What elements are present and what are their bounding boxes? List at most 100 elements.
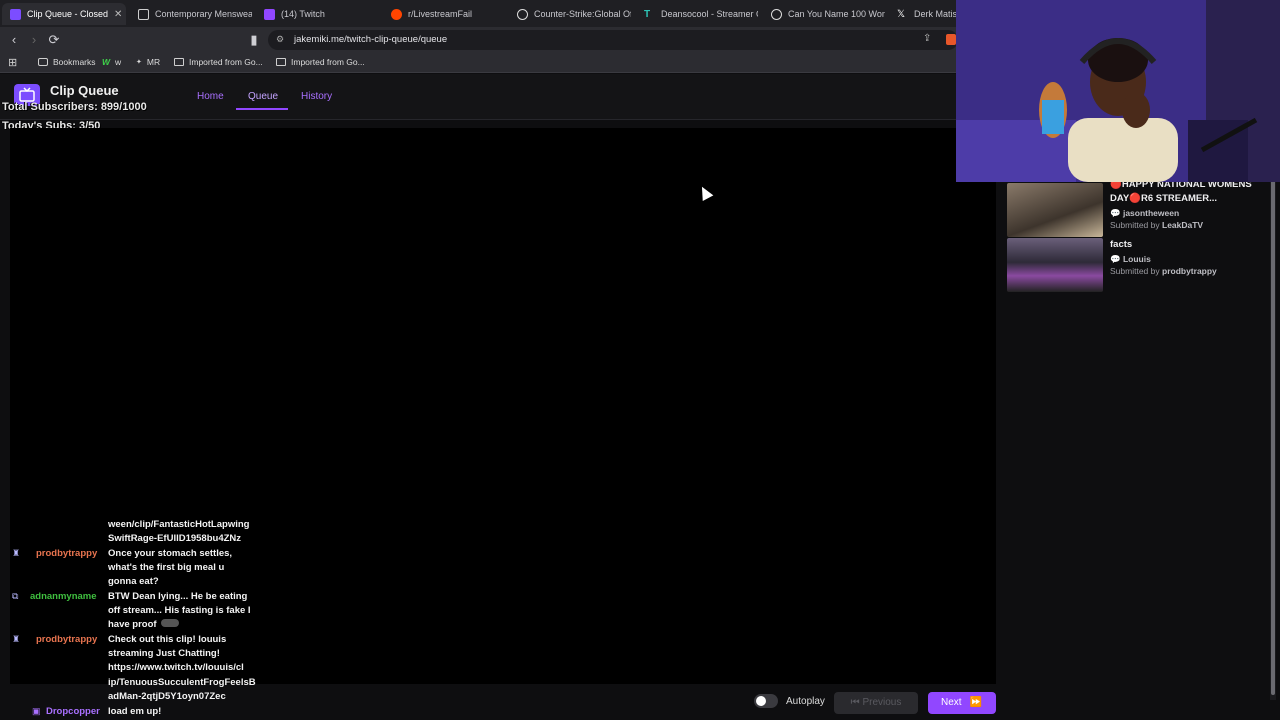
bookmarks-icon <box>38 58 48 66</box>
site-info-icon[interactable]: ⚙ <box>276 34 284 45</box>
tab-label: Derk Matiso <box>914 9 959 19</box>
queue-item-title[interactable]: facts <box>1110 238 1260 252</box>
tab-can-you-name[interactable]: Can You Name 100 Wome <box>763 3 885 25</box>
tab-deansocool[interactable]: T Deansocool - Streamer O <box>636 3 758 25</box>
queue-item-submitter: Submitted by LeakDaTV <box>1110 220 1203 230</box>
tab-label: Clip Queue - Closed <box>27 9 109 19</box>
chat-bubble-icon: 💬 <box>1110 208 1123 218</box>
submitter-name: LeakDaTV <box>1162 220 1204 230</box>
bookmark-label: w <box>115 57 122 67</box>
tab-clip-queue[interactable]: Clip Queue - Closed ✕ <box>2 3 126 25</box>
share-icon[interactable]: ⇪ <box>923 33 931 44</box>
queue-item-channel: 💬 jasontheween <box>1110 208 1179 219</box>
folder-icon <box>174 58 184 66</box>
player-controls: Autoplay ⏮ Previous Next ⏩ <box>740 692 998 720</box>
active-nav-indicator <box>236 108 288 110</box>
autoplay-toggle[interactable] <box>754 694 778 708</box>
globe-favicon-icon <box>771 8 782 20</box>
chat-message: BTW Dean lying... He be eating off strea… <box>108 591 251 631</box>
next-label: Next <box>941 697 962 708</box>
total-subscribers-counter: Total Subscribers: 899/1000 <box>2 101 147 113</box>
reload-icon[interactable]: ⟳ <box>46 32 62 48</box>
submitter-name: prodbytrappy <box>1162 266 1217 276</box>
toggle-knob <box>756 696 766 706</box>
queue-item-thumbnail[interactable] <box>1007 183 1103 237</box>
tab-label: Can You Name 100 Wome <box>788 9 885 19</box>
address-bar[interactable]: ⚙ jakemiki.me/twitch-clip-queue/queue ⇪ <box>268 30 958 50</box>
apps-grid-icon[interactable]: ⊞ <box>8 56 17 69</box>
bookmark-icon[interactable]: ▮ <box>246 32 262 48</box>
folder-icon <box>276 58 286 66</box>
bookmark-label: MR <box>146 57 161 67</box>
bookmark-folder-2[interactable]: Imported from Go... <box>276 57 365 67</box>
tab-contemporary-menswear[interactable]: Contemporary Menswear <box>130 3 252 25</box>
brave-shield-icon[interactable] <box>946 34 956 45</box>
mr-favicon-icon: ✦ <box>136 59 142 66</box>
queue-item-submitter: Submitted by prodbytrappy <box>1110 266 1217 276</box>
queue-item-title[interactable]: 🔴HAPPY NATIONAL WOMENS DAY🔴R6 STREAMER..… <box>1110 178 1260 206</box>
submitted-prefix: Submitted by <box>1110 266 1160 276</box>
previous-icon: ⏮ <box>850 697 863 708</box>
tab-twitch[interactable]: (14) Twitch <box>256 3 378 25</box>
chat-username: adnanmyname <box>30 591 97 602</box>
bookmark-w[interactable]: W w <box>102 57 121 67</box>
chat-message: load em up! <box>108 706 162 717</box>
steam-favicon-icon <box>517 8 528 20</box>
bookmark-label: Bookmarks <box>53 57 96 67</box>
url-text: jakemiki.me/twitch-clip-queue/queue <box>294 34 448 45</box>
x-favicon-icon: 𝕏 <box>897 8 906 20</box>
bookmark-bookmarks[interactable]: Bookmarks <box>38 57 96 67</box>
tab-livestreamfail[interactable]: r/LivestreamFail <box>383 3 505 25</box>
submitted-prefix: Submitted by <box>1110 220 1160 230</box>
close-tab-icon[interactable]: ✕ <box>114 9 122 20</box>
chat-badge-icon: ▣ <box>32 706 41 716</box>
emote-icon <box>161 619 179 627</box>
chat-bubble-icon: 💬 <box>1110 254 1123 264</box>
channel-name: jasontheween <box>1122 208 1180 218</box>
chat-message: Check out this clip! louuis streaming Ju… <box>108 634 256 702</box>
next-button[interactable]: Next ⏩ <box>928 692 996 714</box>
nav-home[interactable]: Home <box>197 91 224 102</box>
fast-forward-icon: ⏩ <box>969 697 983 708</box>
clip-queue-favicon-icon <box>10 8 21 20</box>
tab-derk-matiso[interactable]: 𝕏 Derk Matiso <box>889 3 959 25</box>
queue-item-thumbnail[interactable] <box>1007 238 1103 292</box>
app-title: Clip Queue <box>50 83 119 98</box>
chat-badge-icon: ♜ <box>12 548 21 558</box>
bookmark-label: Imported from Go... <box>189 57 263 67</box>
reddit-favicon-icon <box>391 8 402 20</box>
bookmark-mr[interactable]: ✦ MR <box>136 57 160 67</box>
w-logo-icon: W <box>102 57 111 67</box>
nav-history[interactable]: History <box>301 91 332 102</box>
tab-label: Contemporary Menswear <box>155 9 252 19</box>
forward-icon[interactable]: › <box>26 32 42 48</box>
webcam-feed-image <box>956 0 1280 182</box>
previous-button[interactable]: ⏮ Previous <box>834 692 918 714</box>
autoplay-label: Autoplay <box>786 696 825 707</box>
tab-label: r/LivestreamFail <box>408 9 473 19</box>
chat-username: prodbytrappy <box>36 548 98 559</box>
scrollbar-thumb[interactable] <box>1271 125 1275 695</box>
tab-counter-strike[interactable]: Counter-Strike:Global Off <box>509 3 631 25</box>
previous-label: Previous <box>862 697 902 708</box>
chat-username: prodbytrappy <box>36 634 98 645</box>
chat-badge-icon: ♜ <box>12 634 21 644</box>
tab-label: Counter-Strike:Global Off <box>534 9 631 19</box>
channel-name: Louuis <box>1122 254 1151 264</box>
chat-badge-icon: ⧉ <box>12 591 19 601</box>
chat-message-fragment: ween/clip/FantasticHotLapwing SwiftRage-… <box>108 519 250 545</box>
queue-list: 🔴HAPPY NATIONAL WOMENS DAY🔴R6 STREAMER..… <box>1000 120 1270 720</box>
bookmark-label: Imported from Go... <box>291 57 365 67</box>
page-favicon-icon <box>138 8 149 20</box>
back-icon[interactable]: ‹ <box>6 32 22 48</box>
tab-label: Deansocool - Streamer O <box>661 9 758 19</box>
queue-item-channel: 💬 Louuis <box>1110 254 1151 265</box>
twitch-favicon-icon <box>264 8 275 20</box>
chat-message: Once your stomach settles, what's the fi… <box>108 548 233 588</box>
bookmark-folder-1[interactable]: Imported from Go... <box>174 57 263 67</box>
streamer-site-favicon-icon: T <box>644 8 651 20</box>
tab-label: (14) Twitch <box>281 9 325 19</box>
nav-queue[interactable]: Queue <box>248 91 278 102</box>
webcam-overlay <box>956 0 1280 182</box>
chat-username: Dropcopper <box>46 706 100 717</box>
